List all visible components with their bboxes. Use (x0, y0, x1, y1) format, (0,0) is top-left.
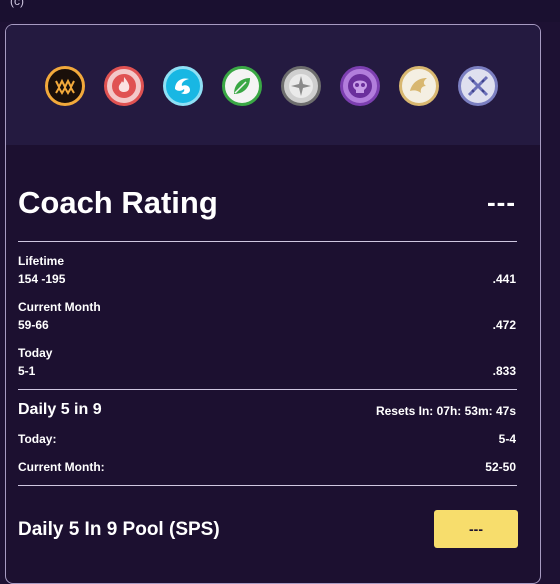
water-icon[interactable] (163, 66, 203, 106)
element-icon-bar (6, 25, 540, 145)
monster-mouth-icon[interactable] (45, 66, 85, 106)
today-record: 5-1 (18, 364, 36, 378)
fire-graphic (112, 74, 136, 98)
dragon-icon[interactable] (399, 66, 439, 106)
monster-mouth-graphic (55, 78, 75, 95)
leaf-icon[interactable] (222, 66, 262, 106)
fire-icon[interactable] (104, 66, 144, 106)
daily-month-label: Current Month: (18, 460, 105, 474)
crossed-swords-graphic (467, 75, 489, 97)
top-glyph: (c) (10, 0, 24, 8)
pool-value: --- (469, 521, 483, 537)
star-compass-icon[interactable] (281, 66, 321, 106)
current-month-pct: .472 (492, 318, 516, 332)
crossed-swords-icon[interactable] (458, 66, 498, 106)
pool-value-box[interactable]: --- (434, 510, 518, 548)
daily-today-value: 5-4 (498, 432, 516, 446)
coach-rating-card: Coach Rating --- Lifetime 154 -195 .441 … (5, 24, 541, 584)
water-graphic (175, 78, 190, 94)
reset-countdown: Resets In: 07h: 53m: 47s (375, 404, 516, 418)
dragon-graphic (410, 78, 427, 93)
coach-rating-value: --- (487, 187, 516, 217)
daily-today-label: Today: (18, 432, 57, 446)
divider (18, 389, 517, 390)
skull-icon[interactable] (340, 66, 380, 106)
today-label: Today (18, 346, 53, 360)
coach-rating-title: Coach Rating (18, 185, 218, 220)
leaf-graphic (234, 78, 250, 94)
today-pct: .833 (492, 364, 516, 378)
lifetime-record: 154 -195 (18, 272, 66, 286)
current-month-label: Current Month (18, 300, 101, 314)
star-compass-graphic (289, 74, 313, 98)
daily-month-value: 52-50 (485, 460, 516, 474)
current-month-record: 59-66 (18, 318, 49, 332)
lifetime-label: Lifetime (18, 254, 65, 268)
skull-graphic (348, 74, 372, 98)
pool-title: Daily 5 In 9 Pool (SPS) (18, 519, 220, 540)
divider (18, 485, 517, 486)
lifetime-pct: .441 (492, 272, 516, 286)
top-strip: (c) (0, 0, 560, 22)
divider (18, 241, 517, 242)
daily-5-in-9-title: Daily 5 in 9 (18, 401, 102, 418)
